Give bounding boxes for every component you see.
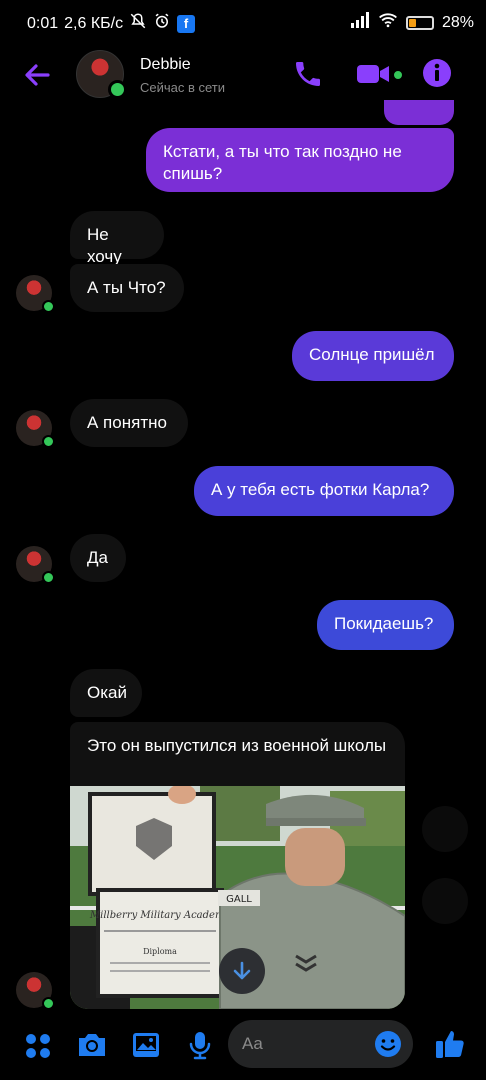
arrow-down-icon	[233, 961, 251, 980]
message-bubble-outgoing[interactable]: Солнце пришёл	[292, 331, 454, 381]
camera-button[interactable]	[76, 1031, 108, 1064]
sender-avatar[interactable]	[16, 546, 55, 584]
more-actions-button[interactable]	[24, 1032, 52, 1065]
message-text: А у тебя есть фотки Карла?	[211, 480, 430, 499]
message-text: Не хочу	[87, 225, 122, 266]
diploma-title: Millberry Military Academy	[89, 910, 231, 921]
message-bubble-incoming[interactable]: Да	[70, 534, 126, 582]
status-right: 28%	[350, 12, 474, 33]
sender-avatar[interactable]	[16, 972, 55, 1010]
info-icon	[423, 59, 451, 87]
message-bubble-partial[interactable]	[384, 100, 454, 125]
message-bubble-outgoing[interactable]: Покидаешь?	[317, 600, 454, 650]
contact-name[interactable]: Debbie	[140, 56, 191, 74]
battery-percent: 28%	[441, 13, 474, 31]
alarm-icon	[153, 12, 171, 35]
message-bubble-incoming[interactable]: Не хочу	[70, 211, 164, 266]
name-tag: GALL	[226, 894, 252, 905]
video-call-button[interactable]	[356, 58, 404, 95]
phone-icon	[296, 62, 320, 86]
signal-icon	[350, 12, 370, 33]
online-indicator	[108, 80, 127, 99]
share-button[interactable]	[422, 806, 468, 852]
clock: 0:01	[27, 14, 59, 32]
message-text: Кстати, а ты что так поздно не спишь?	[163, 142, 402, 183]
download-button[interactable]	[422, 878, 468, 924]
message-bubble-incoming[interactable]: А ты Что?	[70, 264, 184, 312]
contact-avatar[interactable]	[76, 50, 127, 99]
message-text: Окай	[87, 683, 127, 702]
message-text: А ты Что?	[87, 278, 166, 297]
mute-icon	[129, 12, 147, 35]
info-button[interactable]	[422, 58, 452, 93]
video-camera-icon	[357, 65, 389, 83]
gallery-button[interactable]	[131, 1031, 161, 1064]
thumbs-up-icon	[436, 1031, 464, 1058]
audio-call-button[interactable]	[292, 58, 324, 95]
online-indicator	[42, 435, 55, 448]
presence-status: Сейчас в сети	[140, 80, 226, 95]
message-bubble-outgoing[interactable]: Кстати, а ты что так поздно не спишь?	[146, 128, 454, 192]
message-text: Это он выпустился из военной школы	[87, 736, 387, 755]
sender-avatar[interactable]	[16, 275, 55, 313]
sender-avatar[interactable]	[16, 410, 55, 448]
message-bubble-incoming[interactable]: Это он выпустился из военной школы	[70, 722, 405, 786]
status-left: 0:01 2,6 КБ/с f	[27, 12, 196, 35]
status-bar: 0:01 2,6 КБ/с f 28%	[0, 0, 486, 44]
voice-message-button[interactable]	[188, 1030, 212, 1065]
battery-level	[408, 18, 416, 27]
smiley-icon	[375, 1031, 401, 1057]
online-indicator	[42, 571, 55, 584]
message-text: Покидаешь?	[334, 614, 434, 633]
image-icon	[133, 1033, 159, 1057]
message-bubble-outgoing[interactable]: А у тебя есть фотки Карла?	[194, 466, 454, 516]
message-bubble-incoming[interactable]: А понятно	[70, 399, 188, 447]
back-arrow-icon	[25, 64, 50, 86]
back-button[interactable]	[20, 58, 54, 92]
message-text: Да	[87, 548, 108, 567]
online-indicator	[42, 300, 55, 313]
network-speed: 2,6 КБ/с	[64, 14, 124, 32]
message-bubble-incoming[interactable]: Окай	[70, 669, 142, 717]
battery-icon	[405, 15, 434, 30]
chat-header: Debbie Сейчас в сети	[0, 44, 486, 106]
microphone-icon	[189, 1032, 211, 1060]
wifi-icon	[378, 12, 398, 33]
scroll-to-bottom-button[interactable]	[219, 948, 265, 994]
camera-icon	[79, 1034, 105, 1056]
emoji-button[interactable]	[374, 1030, 402, 1063]
message-text: А понятно	[87, 413, 167, 432]
facebook-notification-icon: f	[177, 14, 196, 33]
online-indicator	[42, 997, 55, 1010]
video-available-dot	[392, 69, 404, 81]
four-dots-icon	[26, 1034, 50, 1058]
message-text: Солнце пришёл	[309, 345, 435, 364]
like-button[interactable]	[434, 1028, 466, 1065]
diploma-subtitle: Diploma	[143, 947, 177, 956]
